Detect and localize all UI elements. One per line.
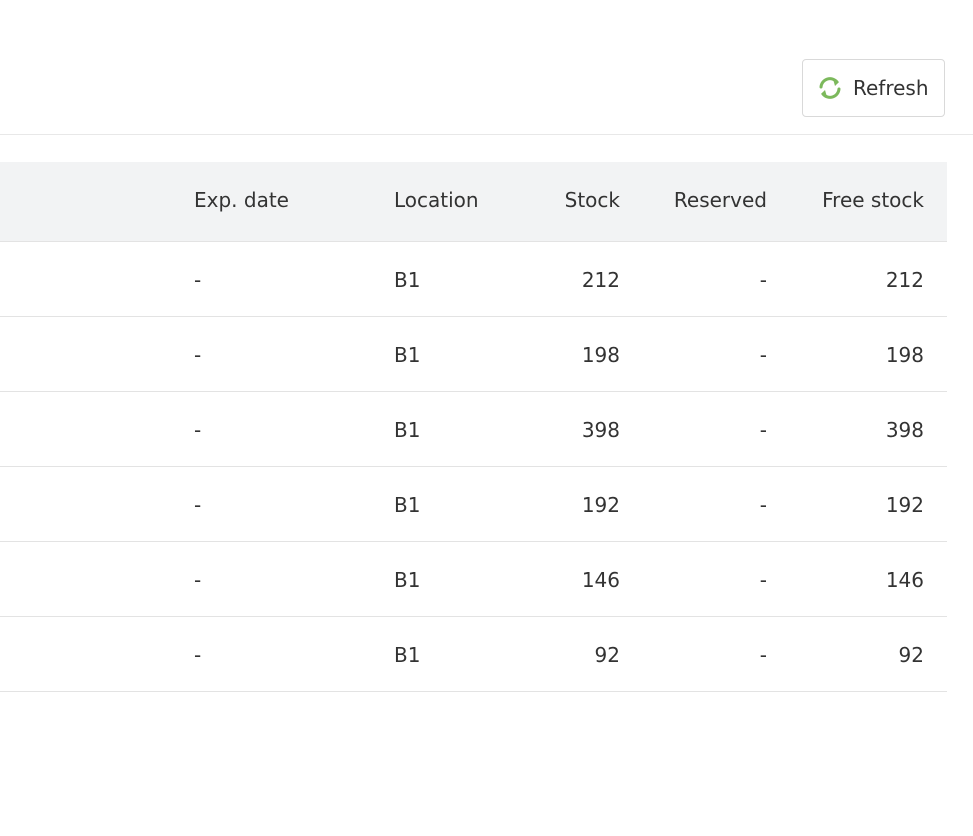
cell-free-stock: 398 xyxy=(885,418,924,442)
cell-exp-date: - xyxy=(194,493,202,517)
cell-exp-date: - xyxy=(194,268,202,292)
cell-stock: 146 xyxy=(581,568,620,592)
column-header-location[interactable]: Location xyxy=(394,162,479,241)
cell-location: B1 xyxy=(394,568,421,592)
stock-page: Refresh Exp. date Location Stock Reserve… xyxy=(0,0,973,836)
cell-stock: 212 xyxy=(581,268,620,292)
stock-table: Exp. date Location Stock Reserved Free s… xyxy=(0,162,947,692)
cell-reserved: - xyxy=(759,418,767,442)
column-header-exp-date[interactable]: Exp. date xyxy=(194,162,289,241)
table-row[interactable]: - B1 92 - 92 xyxy=(0,617,947,692)
cell-free-stock: 92 xyxy=(898,643,924,667)
table-row[interactable]: - B1 192 - 192 xyxy=(0,467,947,542)
cell-stock: 398 xyxy=(581,418,620,442)
column-header-reserved[interactable]: Reserved xyxy=(674,162,767,241)
refresh-label: Refresh xyxy=(853,76,929,100)
cell-location: B1 xyxy=(394,493,421,517)
cell-exp-date: - xyxy=(194,418,202,442)
cell-reserved: - xyxy=(759,643,767,667)
cell-reserved: - xyxy=(759,493,767,517)
cell-stock: 92 xyxy=(594,643,620,667)
cell-exp-date: - xyxy=(194,343,202,367)
cell-exp-date: - xyxy=(194,568,202,592)
table-row[interactable]: - B1 198 - 198 xyxy=(0,317,947,392)
cell-free-stock: 198 xyxy=(885,343,924,367)
cell-reserved: - xyxy=(759,568,767,592)
cell-stock: 192 xyxy=(581,493,620,517)
cell-reserved: - xyxy=(759,343,767,367)
cell-stock: 198 xyxy=(581,343,620,367)
cell-location: B1 xyxy=(394,268,421,292)
table-row[interactable]: - B1 398 - 398 xyxy=(0,392,947,467)
table-header: Exp. date Location Stock Reserved Free s… xyxy=(0,162,947,242)
table-row[interactable]: - B1 212 - 212 xyxy=(0,242,947,317)
toolbar: Refresh xyxy=(0,0,973,135)
cell-location: B1 xyxy=(394,343,421,367)
refresh-button[interactable]: Refresh xyxy=(802,59,945,117)
cell-reserved: - xyxy=(759,268,767,292)
column-header-free-stock[interactable]: Free stock xyxy=(822,162,924,241)
cell-free-stock: 146 xyxy=(885,568,924,592)
cell-exp-date: - xyxy=(194,643,202,667)
cell-location: B1 xyxy=(394,418,421,442)
table-row[interactable]: - B1 146 - 146 xyxy=(0,542,947,617)
cell-free-stock: 212 xyxy=(885,268,924,292)
refresh-icon xyxy=(816,74,844,102)
cell-location: B1 xyxy=(394,643,421,667)
cell-free-stock: 192 xyxy=(885,493,924,517)
column-header-stock[interactable]: Stock xyxy=(565,162,620,241)
